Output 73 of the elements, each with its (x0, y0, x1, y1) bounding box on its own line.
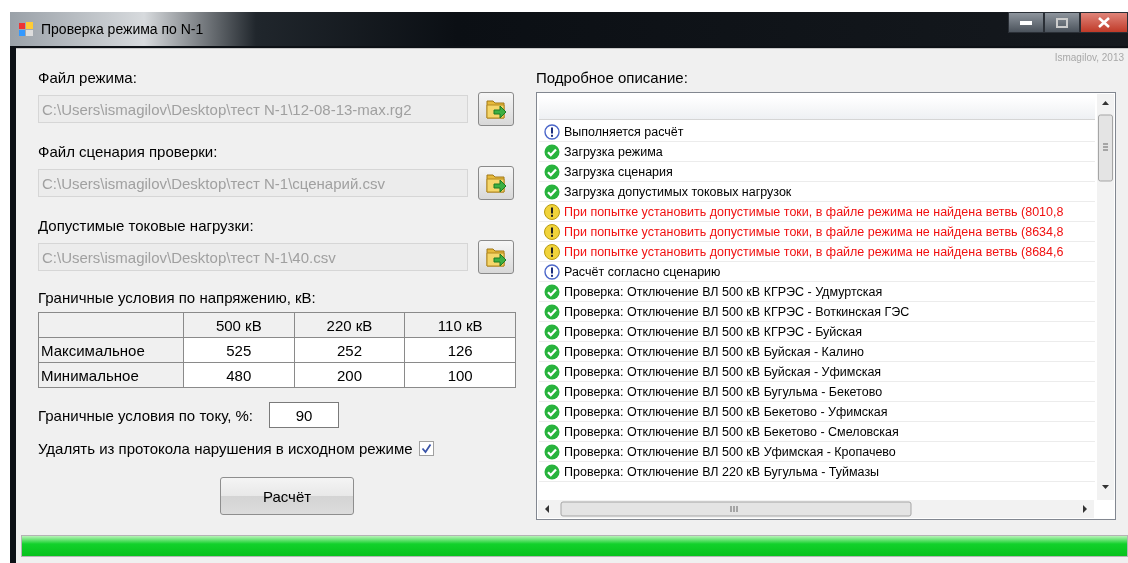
check-icon (544, 143, 560, 160)
table-caption: Граничные условия по напряжению, кВ: (38, 289, 317, 306)
checkbox[interactable] (418, 441, 434, 456)
field-label: Файл режима: (38, 69, 138, 86)
info-icon (544, 263, 560, 280)
table-cell[interactable]: 126 (404, 337, 516, 363)
log-entry: Проверка: Отключение ВЛ 500 кВ Бугульма - Бекетово (564, 384, 883, 399)
check-icon (544, 163, 560, 180)
check-icon (544, 363, 560, 380)
log-entry: Проверка: Отключение ВЛ 500 кВ КГРЭС - Буйская (564, 324, 863, 339)
table-cell[interactable]: 480 (183, 362, 295, 388)
checkmark-icon (420, 443, 432, 454)
log-entry: Проверка: Отключение ВЛ 500 кВ КГРЭС - Удмуртская (564, 284, 883, 299)
minimize-icon (1020, 20, 1032, 25)
maximize-button[interactable] (1044, 12, 1080, 33)
column-header: 110 кВ (404, 312, 516, 338)
log-entry: Загрузка режима (564, 144, 663, 159)
table-cell[interactable]: 525 (183, 337, 295, 363)
log-entry: При попытке установить допустимые токи, в файле режима не найдена ветвь (8684,6 (564, 244, 1064, 259)
check-icon (544, 323, 560, 340)
folder-arrow-icon (484, 97, 508, 121)
app-icon (18, 21, 34, 37)
browse-button[interactable] (478, 166, 514, 200)
folder-arrow-icon (484, 171, 508, 195)
check-icon (544, 283, 560, 300)
column-header: 220 кВ (294, 312, 405, 338)
check-icon (544, 403, 560, 420)
log-entry: Проверка: Отключение ВЛ 500 кВ КГРЭС - Воткинская ГЭС (564, 304, 910, 319)
check-icon (544, 303, 560, 320)
check-icon (544, 383, 560, 400)
log-entry: Проверка: Отключение ВЛ 500 кВ Буйская - Уфимская (564, 364, 882, 379)
panel-label: Подробное описание: (536, 69, 689, 86)
log-entry: Проверка: Отключение ВЛ 500 кВ Бекетово - Уфимская (564, 404, 888, 419)
browse-button[interactable] (478, 240, 514, 274)
row-header: Максимальное (38, 337, 184, 363)
log-entry: Проверка: Отключение ВЛ 220 кВ Бугульма - Туймазы (564, 464, 880, 479)
calculate-button[interactable]: Расчёт (220, 477, 354, 515)
check-icon (544, 343, 560, 360)
warning-icon (544, 203, 560, 220)
browse-button[interactable] (478, 92, 514, 126)
log-entry: Выполняется расчёт (564, 124, 684, 139)
log-entry: Загрузка допустимых токовых нагрузок (564, 184, 792, 199)
window-title: Проверка режима по N-1 (41, 21, 204, 37)
row-header: Минимальное (38, 362, 184, 388)
field-label: Допустимые токовые нагрузки: (38, 217, 255, 234)
current-limit-field[interactable]: 90 (269, 402, 339, 428)
log-entry: Расчёт согласно сценарию (564, 264, 721, 279)
check-icon (544, 183, 560, 200)
table-cell[interactable]: 200 (294, 362, 405, 388)
minimize-button[interactable] (1008, 12, 1044, 33)
log-entry: Загрузка сценария (564, 164, 673, 179)
log-entry: Проверка: Отключение ВЛ 500 кВ Уфимская - Кропачево (564, 444, 896, 459)
author-label: Ismagilov, 2013 (1054, 52, 1124, 63)
table-cell[interactable]: 100 (404, 362, 516, 388)
field-label: Файл сценария проверки: (38, 143, 219, 160)
close-button[interactable] (1080, 12, 1128, 33)
close-icon (1098, 17, 1110, 28)
check-icon (544, 463, 560, 480)
log-entry: Проверка: Отключение ВЛ 500 кВ Бекетово - Смеловская (564, 424, 899, 439)
warning-icon (544, 223, 560, 240)
log-entry: При попытке установить допустимые токи, в файле режима не найдена ветвь (8010,8 (564, 204, 1064, 219)
field-label: Граничные условия по току, %: (38, 406, 253, 424)
warning-icon (544, 243, 560, 260)
checkbox-label: Удалять из протокола нарушения в исходном режиме (38, 440, 413, 457)
column-header: 500 кВ (183, 312, 295, 338)
check-icon (544, 423, 560, 440)
log-entry: При попытке установить допустимые токи, в файле режима не найдена ветвь (8634,8 (564, 224, 1064, 239)
info-icon (544, 123, 560, 140)
check-icon (544, 443, 560, 460)
folder-arrow-icon (484, 245, 508, 269)
table-cell[interactable]: 252 (294, 337, 405, 363)
log-entry: Проверка: Отключение ВЛ 500 кВ Буйская - Калино (564, 344, 864, 359)
maximize-icon (1056, 17, 1068, 28)
